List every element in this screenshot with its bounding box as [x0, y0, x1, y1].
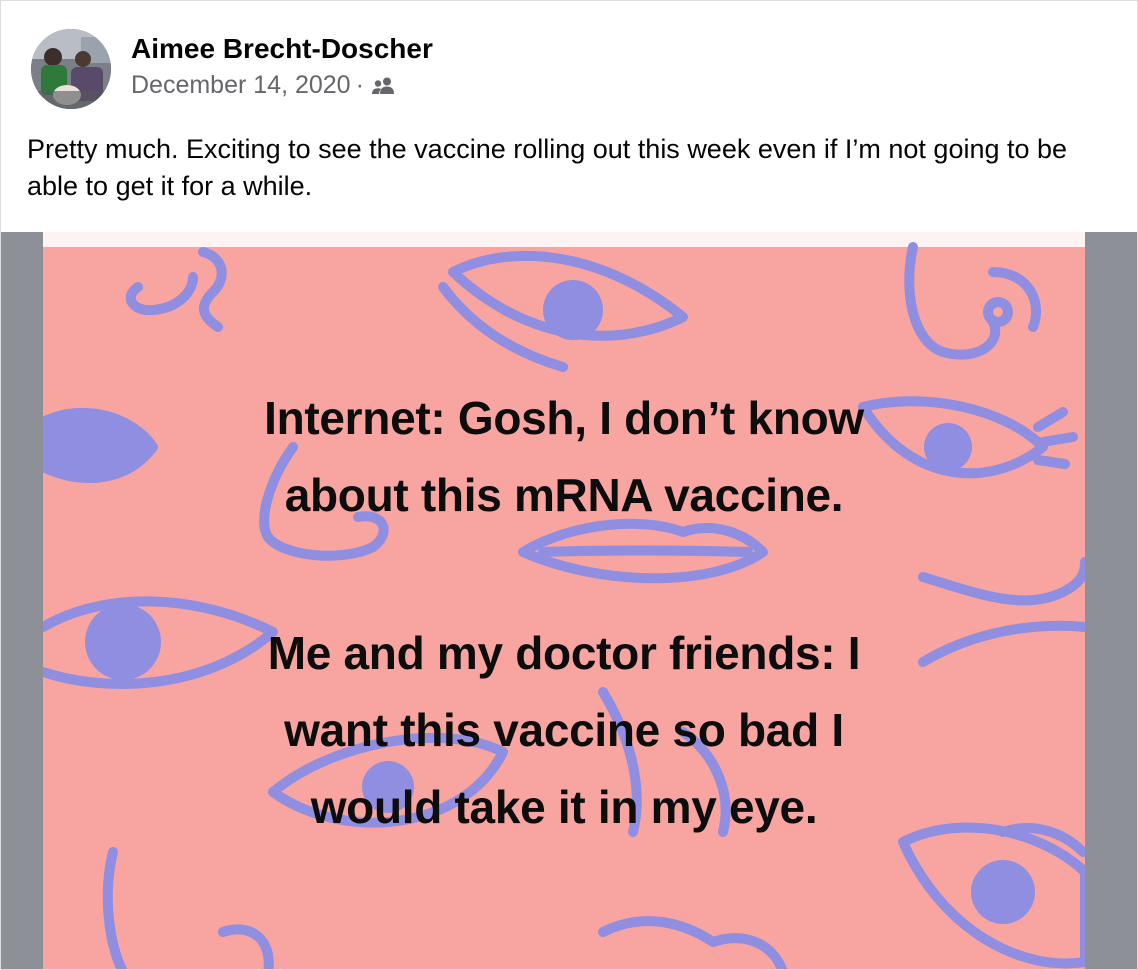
avatar[interactable]: [31, 29, 111, 109]
meme-line: would take it in my eye.: [310, 781, 818, 833]
friends-icon[interactable]: [370, 74, 398, 96]
meme-line: Me and my doctor friends: I: [267, 627, 861, 679]
post-card: Aimee Brecht-Doscher December 14, 2020 ·…: [0, 0, 1138, 970]
meme-line: want this vaccine so bad I: [284, 704, 844, 756]
meme-text-first: Internet: Gosh, I don’t know about this …: [43, 380, 1085, 534]
post-header: Aimee Brecht-Doscher December 14, 2020 ·: [31, 29, 433, 109]
separator-dot: ·: [355, 71, 364, 99]
meme-text-second: Me and my doctor friends: I want this va…: [43, 615, 1085, 846]
post-date[interactable]: December 14, 2020: [131, 69, 351, 101]
author-name[interactable]: Aimee Brecht-Doscher: [131, 31, 433, 67]
meme-image: Internet: Gosh, I don’t know about this …: [43, 232, 1085, 969]
post-message: Pretty much. Exciting to see the vaccine…: [27, 134, 1068, 201]
meme-line: Internet: Gosh, I don’t know: [264, 392, 864, 444]
post-subline: December 14, 2020 ·: [131, 69, 433, 101]
post-meta: Aimee Brecht-Doscher December 14, 2020 ·: [131, 29, 433, 101]
doodle-pattern: [43, 242, 1085, 969]
avatar-photo: [31, 29, 111, 109]
meme-line: about this mRNA vaccine.: [284, 469, 844, 521]
post-media[interactable]: Internet: Gosh, I don’t know about this …: [1, 232, 1137, 969]
